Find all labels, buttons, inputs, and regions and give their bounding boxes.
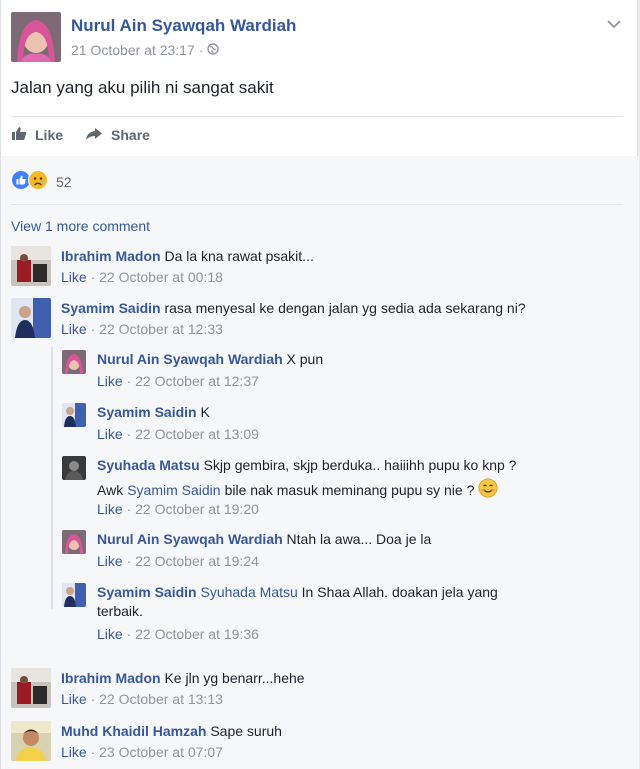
avatar[interactable] xyxy=(11,246,51,286)
comment: Syamim Saidin rasa menyesal ke dengan ja… xyxy=(11,298,611,342)
comment-author[interactable]: Syamim Saidin xyxy=(61,300,161,316)
comment-author[interactable]: Muhd Khaidil Hamzah xyxy=(61,723,206,739)
comment-text: X pun xyxy=(286,351,324,367)
comment-text-line2-end: bile nak masuk meminang pupu sy nie ? xyxy=(224,482,475,498)
comment-timestamp[interactable]: 22 October at 13:09 xyxy=(135,426,259,442)
comment-author[interactable]: Nurul Ain Syawqah Wardiah xyxy=(97,351,283,367)
comment: Ibrahim Madon Ke jln yg benarr...hehe Li… xyxy=(11,668,611,712)
tagged-user[interactable]: Syamim Saidin xyxy=(127,481,220,500)
sad-reaction-icon xyxy=(28,170,48,193)
divider xyxy=(11,204,623,205)
comment-like-link[interactable]: Like xyxy=(97,626,123,642)
comment-like-link[interactable]: Like xyxy=(97,553,123,569)
share-label: Share xyxy=(111,127,150,143)
avatar[interactable] xyxy=(11,721,51,761)
like-button[interactable]: Like xyxy=(11,126,63,144)
view-more-comments-link[interactable]: View 1 more comment xyxy=(11,218,150,234)
like-label: Like xyxy=(35,127,64,143)
avatar[interactable] xyxy=(62,456,86,480)
avatar[interactable] xyxy=(11,668,51,708)
comment-like-link[interactable]: Like xyxy=(61,269,87,285)
divider xyxy=(11,116,623,117)
comment-author[interactable]: Ibrahim Madon xyxy=(61,248,161,264)
comment-text: Skjp gembira, skjp berduka.. haiiihh pup… xyxy=(203,457,517,473)
share-button[interactable]: Share xyxy=(85,127,150,144)
comment-text: Sape suruh xyxy=(210,723,282,739)
comment-author[interactable]: Syamim Saidin xyxy=(97,584,197,600)
comment-timestamp[interactable]: 22 October at 12:33 xyxy=(99,321,223,337)
avatar[interactable] xyxy=(62,583,86,607)
comment-text: Da la kna rawat psakit... xyxy=(164,248,314,264)
post-actions: Like Share xyxy=(11,124,150,146)
chevron-down-icon[interactable] xyxy=(607,16,621,32)
comment-timestamp[interactable]: 22 October at 00:18 xyxy=(99,269,223,285)
comment-author[interactable]: Syamim Saidin xyxy=(97,404,197,420)
comment-text: In Shaa Allah. doakan jela yang xyxy=(301,584,498,600)
post-meta: 21 October at 23:17 · xyxy=(71,42,220,58)
post-card: Nurul Ain Syawqah Wardiah 21 October at … xyxy=(0,0,639,769)
comment-author[interactable]: Nurul Ain Syawqah Wardiah xyxy=(97,531,283,547)
comment-like-link[interactable]: Like xyxy=(97,426,123,442)
post-timestamp[interactable]: 21 October at 23:17 xyxy=(71,42,195,58)
comment-like-link[interactable]: Like xyxy=(61,744,87,760)
dot-separator: · xyxy=(198,42,204,58)
comment-timestamp[interactable]: 22 October at 13:13 xyxy=(99,691,223,707)
tagged-user[interactable]: Syuhada Matsu xyxy=(200,584,297,600)
comment-like-link[interactable]: Like xyxy=(97,501,123,517)
comment-text: Ke jln yg benarr...hehe xyxy=(164,670,305,686)
smiley-emoji-icon xyxy=(478,478,498,503)
avatar[interactable] xyxy=(11,298,51,338)
comment-timestamp[interactable]: 22 October at 19:24 xyxy=(135,553,259,569)
post-text: Jalan yang aku pilih ni sangat sakit xyxy=(11,78,274,97)
reaction-count: 52 xyxy=(56,173,72,190)
reactions-bar[interactable]: 52 xyxy=(11,170,72,193)
comment-text-line2: Awk xyxy=(97,482,124,498)
comment-author[interactable]: Syuhada Matsu xyxy=(97,457,200,473)
reply-thread-line xyxy=(51,347,53,609)
comment-like-link[interactable]: Like xyxy=(97,373,123,389)
comment-timestamp[interactable]: 22 October at 19:36 xyxy=(135,626,259,642)
post-author-name[interactable]: Nurul Ain Syawqah Wardiah xyxy=(71,16,296,36)
comment-text: K xyxy=(200,404,210,420)
comment-timestamp[interactable]: 23 October at 07:07 xyxy=(99,744,223,760)
reply: Nurul Ain Syawqah Wardiah Ntah la awa...… xyxy=(62,530,622,574)
reply: Syamim Saidin K Like · 22 October at 13:… xyxy=(62,403,622,447)
reply: Syuhada Matsu Skjp gembira, skjp berduka… xyxy=(62,456,622,520)
comment-text: Ntah la awa... Doa je la xyxy=(286,531,432,547)
avatar[interactable] xyxy=(62,350,86,374)
comment-text: rasa menyesal ke dengan jalan yg sedia a… xyxy=(164,300,526,316)
thumbs-up-icon xyxy=(11,126,27,144)
avatar[interactable] xyxy=(62,403,86,427)
comment-author[interactable]: Ibrahim Madon xyxy=(61,670,161,686)
comment-text-line2: terbaik. xyxy=(97,603,143,619)
comment: Ibrahim Madon Da la kna rawat psakit... … xyxy=(11,246,611,290)
globe-icon[interactable] xyxy=(207,42,220,58)
comment-timestamp[interactable]: 22 October at 12:37 xyxy=(135,373,259,389)
comment-like-link[interactable]: Like xyxy=(61,691,87,707)
post-header: Nurul Ain Syawqah Wardiah 21 October at … xyxy=(11,12,621,64)
comment: Muhd Khaidil Hamzah Sape suruh Like · 23… xyxy=(11,721,611,765)
reply: Nurul Ain Syawqah Wardiah X pun Like · 2… xyxy=(62,350,622,394)
avatar[interactable] xyxy=(62,530,86,554)
reply: Syamim Saidin Syuhada Matsu In Shaa Alla… xyxy=(62,583,622,647)
share-arrow-icon xyxy=(85,127,103,144)
comment-like-link[interactable]: Like xyxy=(61,321,87,337)
author-avatar[interactable] xyxy=(11,12,61,62)
comment-timestamp[interactable]: 22 October at 19:20 xyxy=(135,501,259,517)
